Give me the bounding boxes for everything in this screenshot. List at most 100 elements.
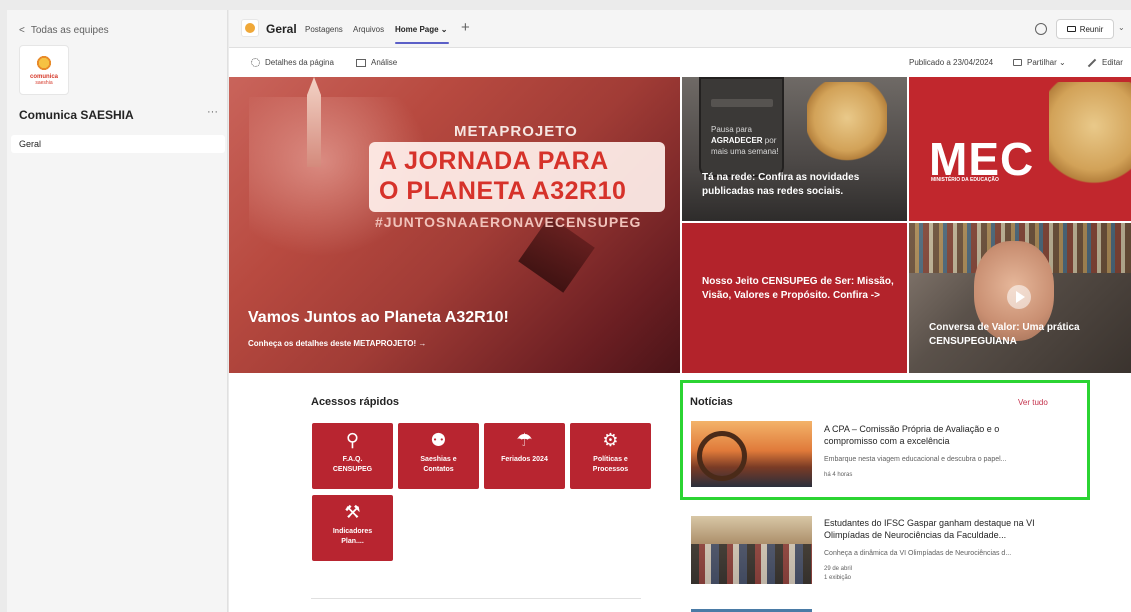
page-details-button[interactable]: Detalhes da página (251, 58, 334, 67)
channel-tab-bar: Geral Postagens Arquivos Home Page ⌄ + R… (229, 10, 1131, 48)
more-options-icon[interactable]: ··· (207, 106, 218, 118)
quick-link-label: Indicadores Plan.... (312, 527, 393, 547)
section-divider (311, 598, 641, 599)
phone-text-3: por (764, 136, 777, 145)
all-teams-label: Todas as equipes (30, 25, 109, 36)
quick-link-contatos-label-1: Saeshias e (420, 456, 457, 463)
chart-icon: ⚒ (344, 502, 361, 522)
analytics-button[interactable]: Análise (356, 58, 397, 67)
news-thumbnail[interactable] (691, 421, 812, 487)
quick-link-indicadores-label-2: Plan.... (341, 538, 364, 545)
meet-button[interactable]: Reunir (1056, 19, 1114, 39)
phone-text-1: Pausa para (711, 125, 752, 134)
active-tab-indicator (395, 42, 449, 44)
tab-postagens[interactable]: Postagens (305, 25, 343, 34)
tab-home-page[interactable]: Home Page ⌄ (395, 25, 448, 34)
quick-links-heading: Acessos rápidos (311, 396, 400, 408)
umbrella-beach-icon: ☂ (516, 430, 533, 450)
news-time: há 4 horas (824, 472, 853, 478)
analytics-icon (356, 58, 366, 67)
add-tab-icon[interactable]: + (461, 19, 470, 36)
quick-link-contatos[interactable]: ⚉ Saeshias e Contatos (398, 423, 479, 489)
hero-tile-video[interactable]: Conversa de Valor: Uma prática CENSUPEGU… (909, 223, 1131, 373)
quick-link-label: Políticas e Processos (570, 455, 651, 475)
edit-label: Editar (1102, 58, 1123, 67)
hero-headline-1: A JORNADA PARA (379, 147, 609, 175)
news-title[interactable]: Estudantes do IFSC Gaspar ganham destaqu… (824, 517, 1054, 541)
all-teams-link[interactable]: < Todas as equipes (19, 25, 109, 36)
quick-link-label: F.A.Q. CENSUPEG (312, 455, 393, 475)
quick-link-feriados-label-1: Feriados 2024 (501, 456, 548, 463)
analytics-label: Análise (371, 58, 398, 67)
hero-tile-mec[interactable]: MEC MINISTÉRIO DA EDUCAÇÃO (909, 77, 1131, 221)
share-icon (1013, 59, 1022, 66)
channel-item-geral[interactable]: Geral (11, 135, 225, 153)
hero-overline: METAPROJETO (454, 123, 578, 140)
tile-social-title: Tá na rede: Confira as novidades publica… (702, 172, 860, 197)
phone-text-4: mais uma semana! (711, 147, 779, 156)
sun-icon (245, 23, 255, 33)
channel-title: Geral (266, 22, 297, 36)
rocket-image (307, 77, 321, 167)
hero-hashtag: #JUNTOSNAAERONAVECENSUPEG (375, 214, 642, 230)
phone-text: Pausa para AGRADECER por mais uma semana… (711, 124, 779, 157)
chevron-left-icon: < (19, 25, 25, 36)
tab-arquivos[interactable]: Arquivos (353, 25, 384, 34)
phone-image: Pausa para AGRADECER por mais uma semana… (699, 77, 784, 177)
play-icon[interactable] (1007, 285, 1031, 309)
team-logo: comunica saeshia (19, 45, 69, 95)
team-name: Comunica SAESHIA (19, 108, 134, 122)
phone-text-2: AGRADECER (711, 136, 763, 145)
quick-link-faq-label-2: CENSUPEG (332, 466, 373, 473)
tile-jeito-title: Nosso Jeito CENSUPEG de Ser: Missão, Vis… (702, 276, 894, 301)
copilot-icon[interactable] (1035, 23, 1047, 35)
news-description: Conheça a dinâmica da VI Olimpíadas de N… (824, 550, 1012, 557)
quick-link-politicas-label-1: Políticas e (593, 456, 628, 463)
mec-logo-subtitle: MINISTÉRIO DA EDUCAÇÃO (931, 177, 999, 183)
meet-chevron-icon[interactable]: ⌄ (1118, 23, 1125, 32)
quick-link-feriados[interactable]: ☂ Feriados 2024 (484, 423, 565, 489)
quick-link-contatos-label-2: Contatos (423, 466, 454, 473)
gears-icon: ⚙ (602, 430, 619, 450)
sun-logo-icon (35, 54, 53, 72)
teddy-bear-image (807, 82, 887, 162)
ship-wheel-image (697, 431, 747, 481)
page-details-label: Detalhes da página (265, 58, 334, 67)
team-panel: < Todas as equipes comunica saeshia Comu… (7, 10, 228, 612)
hero-tile-social[interactable]: Pausa para AGRADECER por mais uma semana… (682, 77, 907, 221)
hero-main-tile[interactable]: METAPROJETO A JORNADA PARA O PLANETA A32… (229, 77, 680, 373)
hero-headline-2: O PLANETA A32R10 (379, 177, 627, 205)
hero-subtitle-link[interactable]: Conheça os detalhes deste METAPROJETO! → (248, 339, 426, 348)
video-camera-icon (1066, 26, 1076, 32)
teams-app: < Todas as equipes comunica saeshia Comu… (0, 0, 1131, 612)
gear-icon (251, 58, 260, 67)
see-all-link[interactable]: Ver tudo (1018, 398, 1048, 407)
people-icon: ⚉ (430, 430, 447, 450)
phone-status-bar (711, 99, 773, 107)
meet-label: Reunir (1079, 24, 1104, 34)
hero-title: Vamos Juntos ao Planeta A32R10! (248, 309, 509, 326)
quick-link-faq[interactable]: ⚲ F.A.Q. CENSUPEG (312, 423, 393, 489)
news-title[interactable]: A CPA – Comissão Própria de Avaliação e … (824, 423, 1054, 447)
news-date: 29 de abril (824, 566, 853, 572)
pencil-icon (1087, 58, 1097, 67)
edit-button[interactable]: Editar (1087, 58, 1123, 67)
quick-link-label: Saeshias e Contatos (398, 455, 479, 475)
search-question-icon: ⚲ (345, 430, 360, 450)
quick-link-label: Feriados 2024 (484, 455, 565, 465)
hero-tile-jeito[interactable]: Nosso Jeito CENSUPEG de Ser: Missão, Vis… (682, 223, 907, 373)
quick-link-politicas[interactable]: ⚙ Políticas e Processos (570, 423, 651, 489)
quick-link-indicadores[interactable]: ⚒ Indicadores Plan.... (312, 495, 393, 561)
tile-video-title: Conversa de Valor: Uma prática CENSUPEGU… (929, 322, 1080, 347)
command-bar: Detalhes da página Análise Publicado a 2… (229, 49, 1131, 77)
channel-logo (241, 19, 259, 37)
share-label: Partilhar ⌄ (1027, 58, 1066, 67)
main-content: Geral Postagens Arquivos Home Page ⌄ + R… (229, 10, 1131, 612)
news-views: 1 exibição (824, 575, 852, 581)
quick-link-politicas-label-2: Processos (592, 466, 629, 473)
share-button[interactable]: Partilhar ⌄ (1013, 58, 1066, 67)
news-thumbnail[interactable] (691, 516, 812, 584)
quick-link-faq-label-1: F.A.Q. (342, 456, 363, 463)
news-heading: Notícias (690, 396, 733, 408)
news-description: Embarque nesta viagem educacional e desc… (824, 456, 1007, 463)
